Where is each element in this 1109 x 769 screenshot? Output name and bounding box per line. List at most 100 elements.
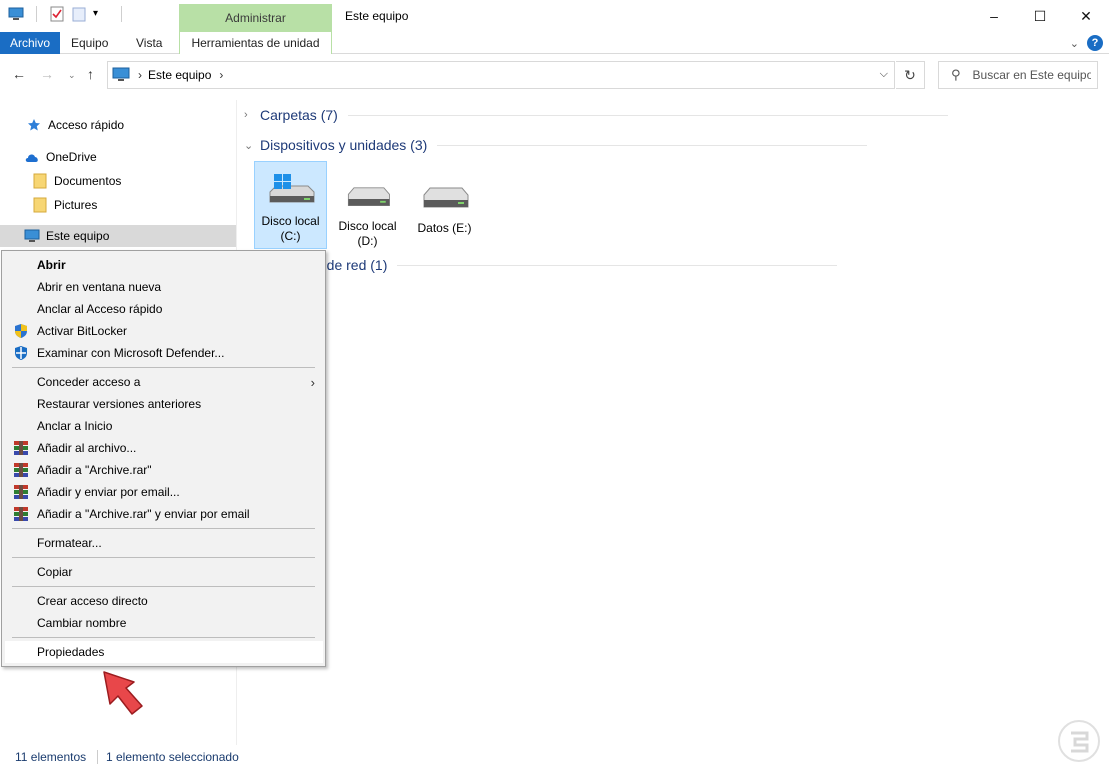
quick-access-toolbar: ▾ [8,6,128,22]
cloud-icon [24,149,40,165]
search-input[interactable] [972,68,1091,82]
address-bar[interactable]: › Este equipo › ⌵ [107,61,895,89]
menu-item-conceder-acceso[interactable]: Conceder acceso a › [5,371,323,393]
red-pointer-arrow-icon [103,671,143,715]
menu-item-anclar-inicio[interactable]: Anclar a Inicio [5,415,323,437]
up-arrow-icon[interactable]: ↑ [87,66,94,82]
menu-label: Anclar a Inicio [37,419,113,433]
tab-vista[interactable]: Vista [124,32,174,54]
menu-item-crear-acceso-directo[interactable]: Crear acceso directo [5,590,323,612]
tab-archivo[interactable]: Archivo [0,32,61,54]
menu-separator [12,586,315,587]
menu-label: Copiar [37,565,73,579]
breadcrumb-este-equipo[interactable]: Este equipo [148,68,211,82]
menu-item-cambiar-nombre[interactable]: Cambiar nombre [5,612,323,634]
menu-item-abrir[interactable]: Abrir [5,254,323,276]
computer-icon[interactable] [8,6,24,22]
search-box[interactable]: ⚲ [938,61,1098,89]
menu-separator [12,557,315,558]
maximize-button[interactable]: ☐ [1017,0,1063,32]
group-divider [347,114,948,116]
recent-dropdown-icon[interactable]: ⌄ [68,70,76,81]
menu-item-copiar[interactable]: Copiar [5,561,323,583]
sidebar-item-label: Pictures [54,198,98,212]
minimize-button[interactable]: – [971,0,1017,32]
refresh-button[interactable]: ↻ [896,61,925,89]
back-arrow-icon[interactable]: ← [12,66,26,82]
sidebar-item-onedrive[interactable]: OneDrive [0,146,236,168]
expand-ribbon-icon[interactable]: ⌄ [1070,37,1079,50]
menu-label: Añadir a "Archive.rar" [37,463,152,477]
menu-item-restaurar-versiones[interactable]: Restaurar versiones anteriores [5,393,323,415]
shield-icon [13,323,29,339]
menu-label: Anclar al Acceso rápido [37,302,163,316]
ribbon-right-controls: ⌄ ? [1070,35,1103,51]
drive-d[interactable]: Disco local (D:) [331,161,404,249]
menu-label: Abrir en ventana nueva [37,280,162,294]
menu-separator [12,528,315,529]
defender-icon [13,345,29,361]
sidebar-item-acceso-rapido[interactable]: Acceso rápido [0,114,236,136]
selection-count: 1 elemento seleccionado [106,750,239,764]
properties-check-icon[interactable] [49,6,65,22]
item-count: 11 elementos [15,750,87,764]
close-button[interactable]: ✕ [1063,0,1109,32]
tab-herramientas-de-unidad[interactable]: Herramientas de unidad [179,32,332,54]
menu-label: Activar BitLocker [37,324,128,338]
menu-label: Conceder acceso a [37,375,141,389]
group-label: Dispositivos y unidades (3) [260,137,428,153]
tab-equipo[interactable]: Equipo [59,32,120,54]
drive-label: Datos (E:) [417,221,471,236]
drive-letter: (D:) [357,234,378,248]
menu-item-activar-bitlocker[interactable]: Activar BitLocker [5,320,323,342]
menu-item-examinar-defender[interactable]: Examinar con Microsoft Defender... [5,342,323,364]
sidebar-item-label: Este equipo [46,229,110,243]
chevron-down-icon[interactable]: ⌄ [244,139,253,152]
qat-dropdown-icon[interactable]: ▾ [93,6,109,22]
drive-name: Disco local [261,214,320,228]
group-carpetas[interactable]: › Carpetas (7) [244,107,948,123]
breadcrumb-separator[interactable]: › [138,68,142,82]
forward-arrow-icon[interactable]: → [40,66,54,82]
folder-icon [32,197,48,213]
address-dropdown-icon[interactable]: ⌵ [880,68,888,81]
menu-item-formatear[interactable]: Formatear... [5,532,323,554]
group-dispositivos[interactable]: ⌄ Dispositivos y unidades (3) [244,137,868,153]
drive-name: Datos (E:) [417,221,472,235]
menu-item-anadir-archive-rar[interactable]: Añadir a "Archive.rar" [5,459,323,481]
sidebar-item-este-equipo[interactable]: Este equipo [0,225,236,247]
sidebar-item-label: OneDrive [46,150,97,164]
drive-letter: (C:) [280,229,301,243]
menu-separator [12,367,315,368]
menu-item-anadir-rar-enviar-email[interactable]: Añadir a "Archive.rar" y enviar por emai… [5,503,323,525]
winrar-icon [13,440,29,456]
drive-e[interactable]: Datos (E:) [408,161,481,249]
group-divider [437,144,868,146]
menu-label: Añadir y enviar por email... [37,485,180,499]
menu-item-anclar-acceso-rapido[interactable]: Anclar al Acceso rápido [5,298,323,320]
sidebar-item-label: Acceso rápido [48,118,125,132]
status-divider [97,750,98,764]
menu-item-propiedades[interactable]: Propiedades [5,641,323,663]
folder-icon [32,173,48,189]
winrar-icon [13,506,29,522]
navigation-bar: ← → ⌄ ↑ › Este equipo › ⌵ ↻ ⚲ [0,60,1109,90]
help-icon[interactable]: ? [1087,35,1103,51]
computer-icon [112,66,130,85]
content-pane: › Carpetas (7) ⌄ Dispositivos y unidades… [238,100,1109,745]
menu-item-abrir-ventana-nueva[interactable]: Abrir en ventana nueva [5,276,323,298]
drive-c[interactable]: Disco local (C:) [254,161,327,249]
winrar-icon [13,462,29,478]
menu-label: Cambiar nombre [37,616,127,630]
sidebar-item-documentos[interactable]: Documentos [0,170,236,192]
menu-item-anadir-archivo[interactable]: Añadir al archivo... [5,437,323,459]
new-folder-icon[interactable] [71,6,87,22]
menu-item-anadir-enviar-email[interactable]: Añadir y enviar por email... [5,481,323,503]
drive-name: Disco local [338,219,397,233]
computer-icon [24,228,40,244]
group-ubicaciones-red[interactable]: es de red (1) [308,257,838,273]
chevron-right-icon: › [310,374,315,390]
sidebar-item-pictures[interactable]: Pictures [0,194,236,216]
chevron-right-icon[interactable]: › [244,109,252,121]
breadcrumb-separator[interactable]: › [219,68,223,82]
